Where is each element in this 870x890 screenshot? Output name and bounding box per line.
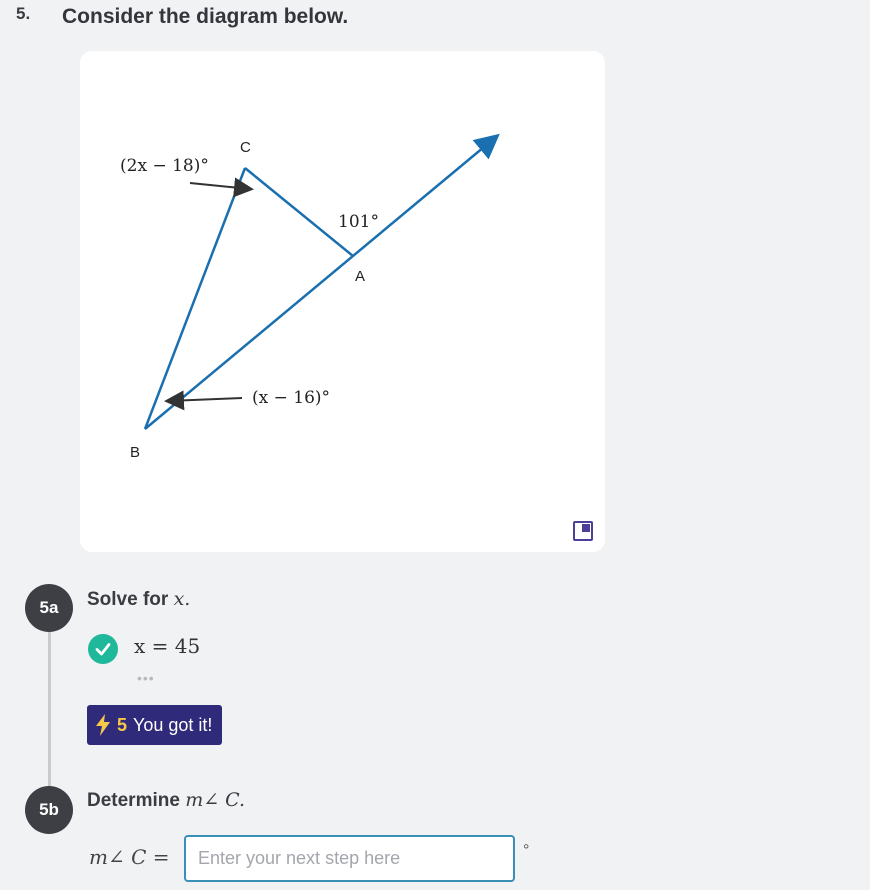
side-bc	[143, 167, 247, 430]
reward-badge: 5 You got it!	[87, 705, 223, 745]
step-5b-title: Determine m∠ C.	[87, 789, 245, 812]
next-step-input[interactable]	[184, 835, 515, 882]
check-icon	[88, 634, 118, 664]
side-ca	[244, 167, 354, 257]
angle-c-pointer	[189, 177, 254, 198]
step-5a-title: Solve for x.	[87, 588, 190, 611]
question-title: Consider the diagram below.	[62, 5, 349, 28]
vertex-a-label: A	[355, 268, 365, 285]
step-5a-answer: x = 45	[134, 634, 201, 658]
question-number: 5.	[16, 4, 31, 23]
step-5a-prompt: Solve for	[87, 589, 169, 610]
expand-icon-fill	[582, 524, 590, 532]
exterior-angle-label: 101°	[338, 212, 379, 232]
degree-unit: °	[523, 842, 530, 859]
step-5a-badge: 5a	[25, 584, 73, 632]
expand-icon[interactable]	[573, 521, 593, 541]
triangle-diagram: C A B (2x − 18)° 101° (x − 16)°	[120, 133, 500, 461]
step-5b-badge: 5b	[25, 786, 73, 834]
step-5a-variable: x.	[173, 588, 191, 610]
reward-points: 5	[117, 714, 128, 735]
vertex-c-label: C	[240, 139, 251, 156]
more-dots-icon[interactable]: •••	[137, 670, 155, 686]
ray-ba	[144, 133, 500, 430]
reward-text: You got it!	[133, 714, 213, 735]
step-timeline	[48, 630, 51, 790]
equation-label: m∠ C =	[89, 845, 170, 869]
diagram-card: C A B (2x − 18)° 101° (x − 16)°	[80, 51, 605, 552]
step-5b-prompt: Determine	[87, 790, 180, 811]
vertex-b-label: B	[130, 444, 140, 461]
step-5b-target: m∠ C.	[185, 789, 246, 811]
angle-b-label: (x − 16)°	[252, 388, 330, 408]
lightning-icon	[96, 714, 110, 736]
angle-c-label: (2x − 18)°	[120, 156, 209, 176]
